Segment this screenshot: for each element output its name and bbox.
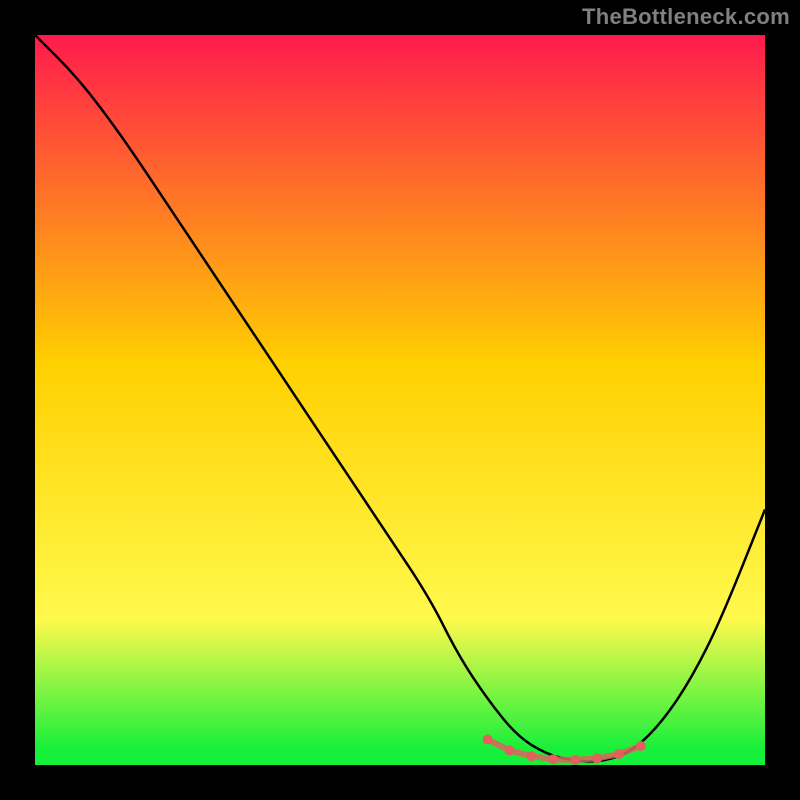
gradient-background [35, 35, 765, 765]
marker-dot [570, 755, 580, 765]
marker-dot [526, 751, 536, 761]
marker-dot [505, 745, 515, 755]
marker-dot [614, 749, 624, 759]
watermark-text: TheBottleneck.com [582, 4, 790, 30]
marker-dot [636, 741, 646, 751]
chart-svg [35, 35, 765, 765]
marker-dot [592, 753, 602, 763]
marker-dot [483, 735, 493, 745]
plot-area [35, 35, 765, 765]
marker-dot [548, 754, 558, 764]
chart-frame: TheBottleneck.com [0, 0, 800, 800]
